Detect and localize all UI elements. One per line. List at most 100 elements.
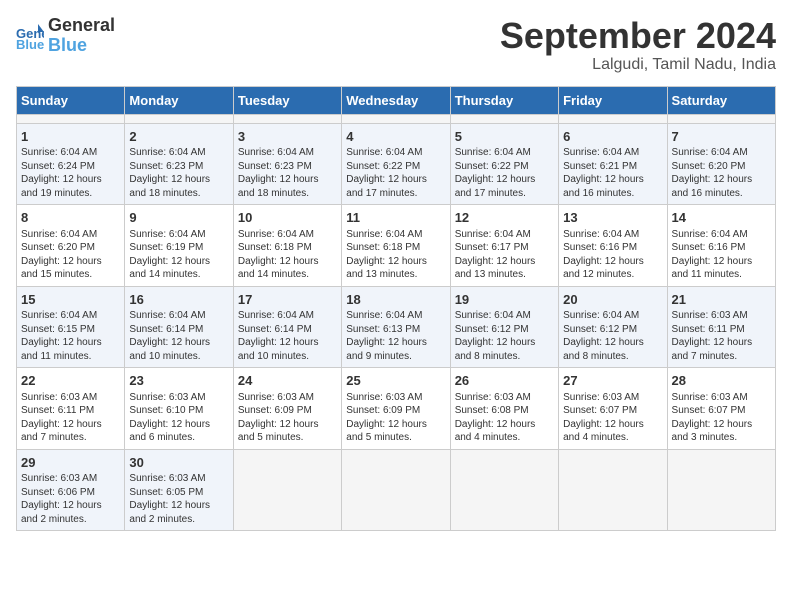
day-cell: 28Sunrise: 6:03 AMSunset: 6:07 PMDayligh… <box>667 368 775 450</box>
day-cell: 14Sunrise: 6:04 AMSunset: 6:16 PMDayligh… <box>667 205 775 287</box>
day-info: Sunrise: 6:03 AMSunset: 6:09 PMDaylight:… <box>346 391 445 445</box>
day-number: 14 <box>672 209 771 227</box>
day-info: Sunrise: 6:04 AMSunset: 6:14 PMDaylight:… <box>238 309 337 363</box>
day-cell <box>559 114 667 123</box>
day-number: 23 <box>129 372 228 390</box>
weekday-header-row: SundayMondayTuesdayWednesdayThursdayFrid… <box>17 86 776 114</box>
day-info: Sunrise: 6:03 AMSunset: 6:09 PMDaylight:… <box>238 391 337 445</box>
weekday-header-monday: Monday <box>125 86 233 114</box>
day-number: 18 <box>346 291 445 309</box>
day-cell: 6Sunrise: 6:04 AMSunset: 6:21 PMDaylight… <box>559 123 667 205</box>
day-info: Sunrise: 6:04 AMSunset: 6:16 PMDaylight:… <box>672 228 771 282</box>
day-number: 30 <box>129 454 228 472</box>
day-number: 24 <box>238 372 337 390</box>
day-cell <box>559 449 667 531</box>
week-row-4: 22Sunrise: 6:03 AMSunset: 6:11 PMDayligh… <box>17 368 776 450</box>
day-number: 3 <box>238 128 337 146</box>
day-number: 10 <box>238 209 337 227</box>
day-number: 4 <box>346 128 445 146</box>
day-info: Sunrise: 6:03 AMSunset: 6:10 PMDaylight:… <box>129 391 228 445</box>
day-cell: 23Sunrise: 6:03 AMSunset: 6:10 PMDayligh… <box>125 368 233 450</box>
location-title: Lalgudi, Tamil Nadu, India <box>500 56 776 74</box>
day-cell: 2Sunrise: 6:04 AMSunset: 6:23 PMDaylight… <box>125 123 233 205</box>
day-info: Sunrise: 6:04 AMSunset: 6:19 PMDaylight:… <box>129 228 228 282</box>
day-cell <box>17 114 125 123</box>
day-number: 19 <box>455 291 554 309</box>
week-row-1: 1Sunrise: 6:04 AMSunset: 6:24 PMDaylight… <box>17 123 776 205</box>
day-info: Sunrise: 6:04 AMSunset: 6:18 PMDaylight:… <box>238 228 337 282</box>
day-info: Sunrise: 6:03 AMSunset: 6:07 PMDaylight:… <box>563 391 662 445</box>
day-info: Sunrise: 6:03 AMSunset: 6:05 PMDaylight:… <box>129 472 228 526</box>
day-info: Sunrise: 6:04 AMSunset: 6:16 PMDaylight:… <box>563 228 662 282</box>
day-number: 11 <box>346 209 445 227</box>
day-cell: 16Sunrise: 6:04 AMSunset: 6:14 PMDayligh… <box>125 286 233 368</box>
day-cell: 4Sunrise: 6:04 AMSunset: 6:22 PMDaylight… <box>342 123 450 205</box>
day-info: Sunrise: 6:04 AMSunset: 6:18 PMDaylight:… <box>346 228 445 282</box>
day-cell: 9Sunrise: 6:04 AMSunset: 6:19 PMDaylight… <box>125 205 233 287</box>
title-area: September 2024 Lalgudi, Tamil Nadu, Indi… <box>500 16 776 74</box>
logo-line2: Blue <box>48 36 115 56</box>
svg-text:Blue: Blue <box>16 37 44 50</box>
day-info: Sunrise: 6:04 AMSunset: 6:12 PMDaylight:… <box>455 309 554 363</box>
day-cell: 20Sunrise: 6:04 AMSunset: 6:12 PMDayligh… <box>559 286 667 368</box>
day-number: 7 <box>672 128 771 146</box>
day-cell: 26Sunrise: 6:03 AMSunset: 6:08 PMDayligh… <box>450 368 558 450</box>
logo-text: General Blue <box>48 16 115 56</box>
day-info: Sunrise: 6:03 AMSunset: 6:08 PMDaylight:… <box>455 391 554 445</box>
day-number: 28 <box>672 372 771 390</box>
day-cell: 7Sunrise: 6:04 AMSunset: 6:20 PMDaylight… <box>667 123 775 205</box>
day-cell: 25Sunrise: 6:03 AMSunset: 6:09 PMDayligh… <box>342 368 450 450</box>
weekday-header-tuesday: Tuesday <box>233 86 341 114</box>
logo-icon: General Blue <box>16 22 44 50</box>
day-cell: 24Sunrise: 6:03 AMSunset: 6:09 PMDayligh… <box>233 368 341 450</box>
day-info: Sunrise: 6:04 AMSunset: 6:22 PMDaylight:… <box>455 146 554 200</box>
day-number: 27 <box>563 372 662 390</box>
day-info: Sunrise: 6:03 AMSunset: 6:11 PMDaylight:… <box>21 391 120 445</box>
day-info: Sunrise: 6:04 AMSunset: 6:20 PMDaylight:… <box>672 146 771 200</box>
day-info: Sunrise: 6:04 AMSunset: 6:17 PMDaylight:… <box>455 228 554 282</box>
day-cell <box>342 114 450 123</box>
day-info: Sunrise: 6:04 AMSunset: 6:22 PMDaylight:… <box>346 146 445 200</box>
day-info: Sunrise: 6:03 AMSunset: 6:06 PMDaylight:… <box>21 472 120 526</box>
week-row-0 <box>17 114 776 123</box>
day-cell: 29Sunrise: 6:03 AMSunset: 6:06 PMDayligh… <box>17 449 125 531</box>
day-number: 9 <box>129 209 228 227</box>
day-number: 29 <box>21 454 120 472</box>
weekday-header-thursday: Thursday <box>450 86 558 114</box>
day-cell <box>667 449 775 531</box>
day-info: Sunrise: 6:03 AMSunset: 6:07 PMDaylight:… <box>672 391 771 445</box>
day-cell <box>233 449 341 531</box>
day-cell <box>450 449 558 531</box>
day-info: Sunrise: 6:04 AMSunset: 6:21 PMDaylight:… <box>563 146 662 200</box>
day-cell: 5Sunrise: 6:04 AMSunset: 6:22 PMDaylight… <box>450 123 558 205</box>
day-number: 16 <box>129 291 228 309</box>
month-title: September 2024 <box>500 16 776 56</box>
day-number: 1 <box>21 128 120 146</box>
day-cell: 22Sunrise: 6:03 AMSunset: 6:11 PMDayligh… <box>17 368 125 450</box>
weekday-header-sunday: Sunday <box>17 86 125 114</box>
logo-line1: General <box>48 16 115 36</box>
day-cell: 3Sunrise: 6:04 AMSunset: 6:23 PMDaylight… <box>233 123 341 205</box>
day-cell: 21Sunrise: 6:03 AMSunset: 6:11 PMDayligh… <box>667 286 775 368</box>
day-number: 26 <box>455 372 554 390</box>
week-row-3: 15Sunrise: 6:04 AMSunset: 6:15 PMDayligh… <box>17 286 776 368</box>
day-cell <box>233 114 341 123</box>
day-info: Sunrise: 6:04 AMSunset: 6:20 PMDaylight:… <box>21 228 120 282</box>
day-cell: 27Sunrise: 6:03 AMSunset: 6:07 PMDayligh… <box>559 368 667 450</box>
day-number: 20 <box>563 291 662 309</box>
day-cell: 30Sunrise: 6:03 AMSunset: 6:05 PMDayligh… <box>125 449 233 531</box>
day-cell: 19Sunrise: 6:04 AMSunset: 6:12 PMDayligh… <box>450 286 558 368</box>
day-cell: 8Sunrise: 6:04 AMSunset: 6:20 PMDaylight… <box>17 205 125 287</box>
day-cell: 18Sunrise: 6:04 AMSunset: 6:13 PMDayligh… <box>342 286 450 368</box>
day-info: Sunrise: 6:04 AMSunset: 6:12 PMDaylight:… <box>563 309 662 363</box>
day-number: 25 <box>346 372 445 390</box>
day-info: Sunrise: 6:04 AMSunset: 6:24 PMDaylight:… <box>21 146 120 200</box>
day-info: Sunrise: 6:03 AMSunset: 6:11 PMDaylight:… <box>672 309 771 363</box>
day-number: 2 <box>129 128 228 146</box>
day-info: Sunrise: 6:04 AMSunset: 6:23 PMDaylight:… <box>129 146 228 200</box>
day-number: 15 <box>21 291 120 309</box>
day-number: 13 <box>563 209 662 227</box>
day-cell: 11Sunrise: 6:04 AMSunset: 6:18 PMDayligh… <box>342 205 450 287</box>
day-number: 12 <box>455 209 554 227</box>
day-number: 21 <box>672 291 771 309</box>
